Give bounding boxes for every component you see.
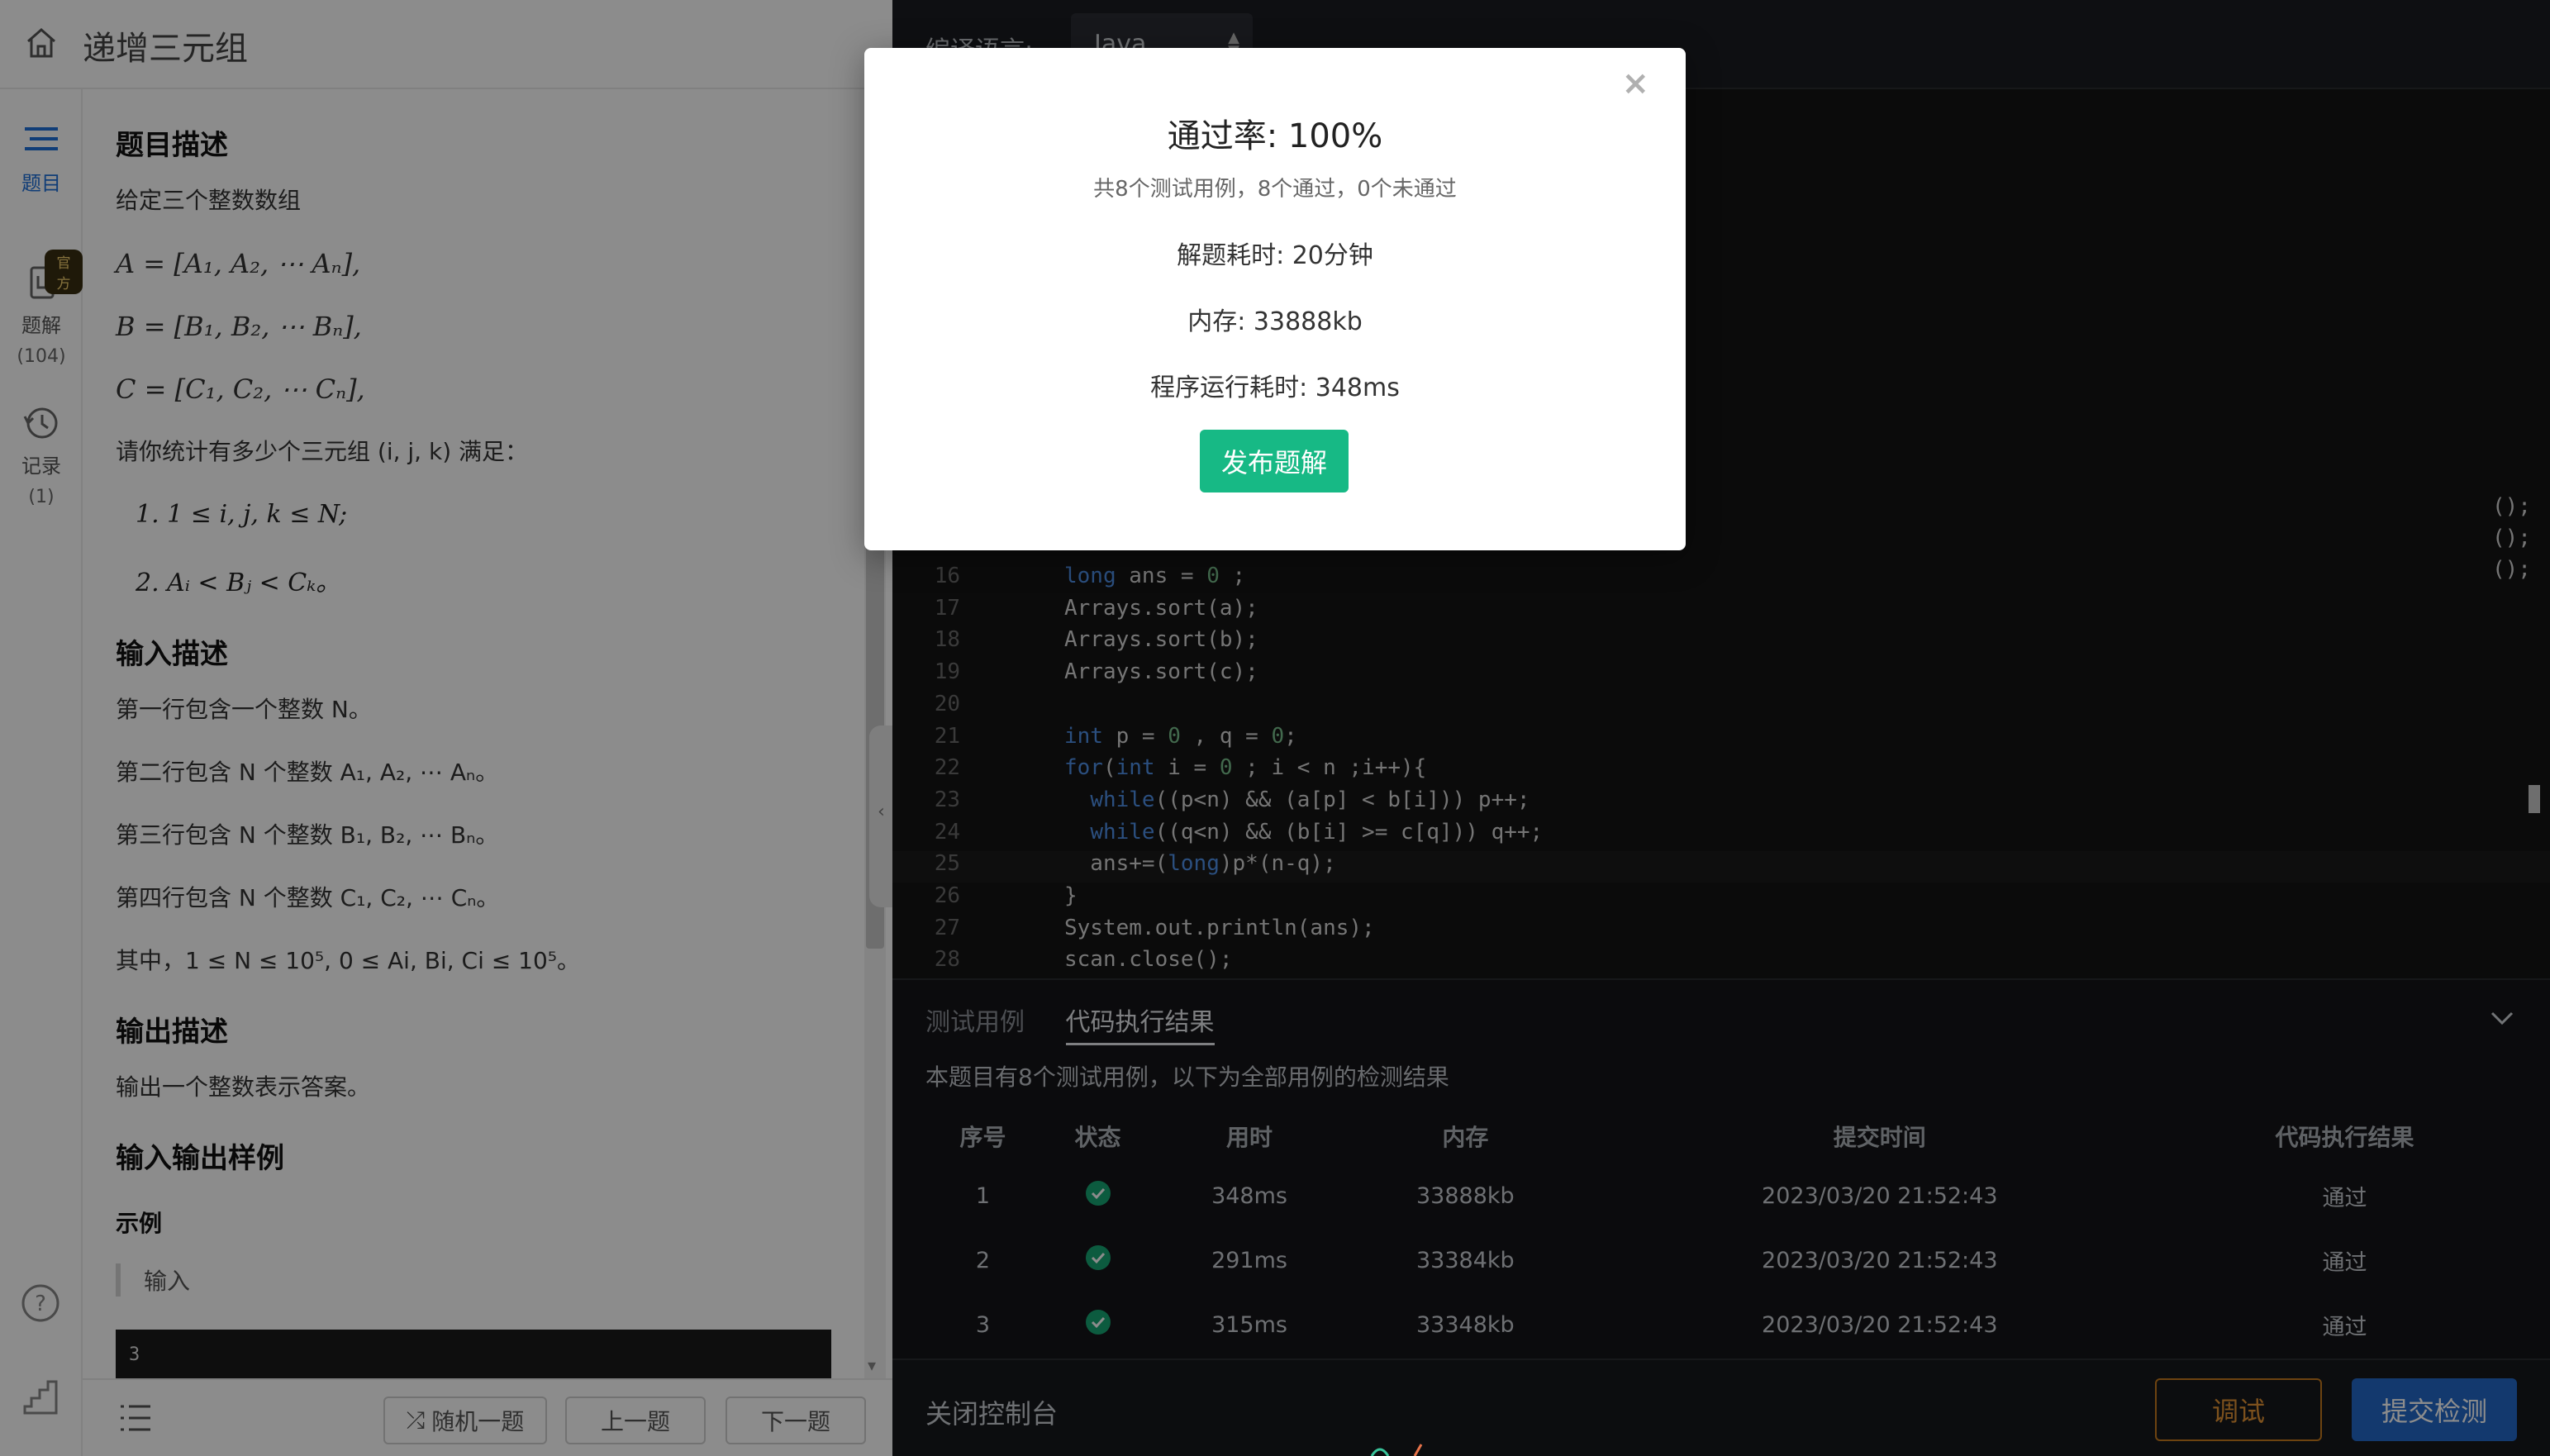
solve-time: 解题耗时: 20分钟: [1177, 241, 1373, 270]
sparkle-decoration-icon: [1370, 1444, 1423, 1456]
pass-rate: 通过率: 100%: [1167, 117, 1383, 155]
test-summary: 共8个测试用例，8个通过，0个未通过: [1093, 177, 1457, 202]
result-modal: × 通过率: 100% 共8个测试用例，8个通过，0个未通过 解题耗时: 20分…: [864, 48, 1686, 550]
publish-solution-button[interactable]: 发布题解: [1200, 430, 1349, 492]
run-time: 程序运行耗时: 348ms: [1150, 374, 1400, 402]
memory-usage: 内存: 33888kb: [1187, 307, 1363, 336]
close-icon[interactable]: ×: [1621, 64, 1649, 102]
